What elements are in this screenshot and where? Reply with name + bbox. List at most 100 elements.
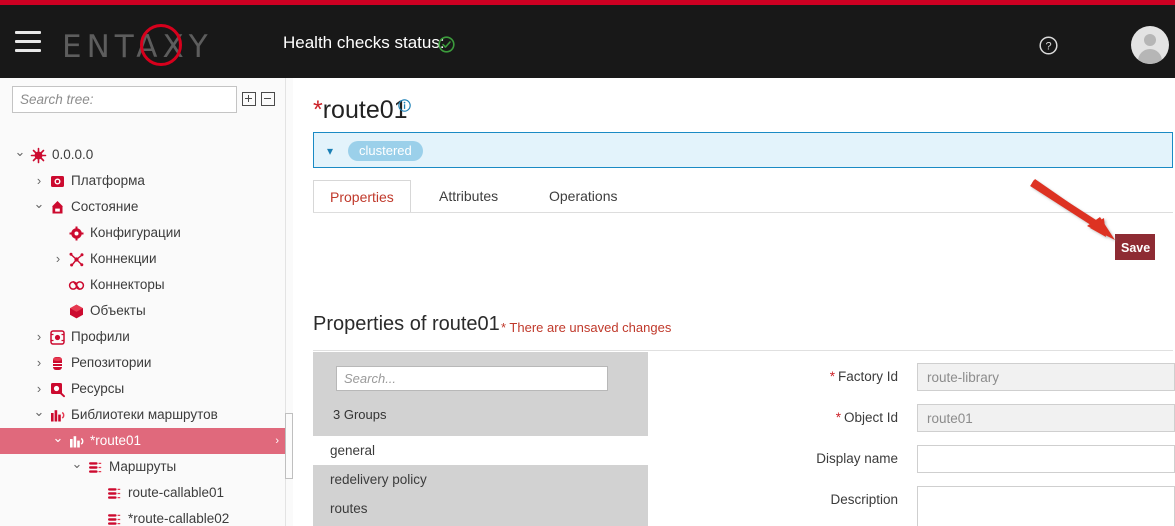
entaxy-logo: ENTAXY [62, 22, 252, 68]
tree-node-label: Профили [71, 324, 130, 350]
route-library-icon [49, 407, 66, 424]
tree-node-label: Маршруты [109, 454, 176, 480]
chevron-down-icon[interactable]: ⌄ [33, 194, 45, 214]
input-description[interactable] [917, 486, 1175, 526]
tree-node-label: *route-callable02 [128, 506, 229, 526]
form-label-factory-id: *Factory Id [694, 363, 898, 391]
chevron-right-icon[interactable]: › [33, 376, 45, 402]
tree-node-label: 0.0.0.0 [52, 142, 93, 168]
app-header: ENTAXY Health checks status: ? [0, 5, 1175, 78]
tree-node-label: Платформа [71, 168, 145, 194]
groups-list: generalredelivery policyroutes [313, 436, 648, 526]
tree-sidebar: ⌄ 0.0.0.0› Платформа⌄ Состояние Конфигур… [0, 78, 293, 526]
page-title-star: * [313, 96, 323, 124]
repositories-icon [49, 355, 66, 372]
tree-node-[interactable]: ⌄ Состояние [0, 194, 293, 220]
chevron-down-icon[interactable]: ⌄ [14, 142, 26, 162]
clustered-chip[interactable]: clustered [348, 141, 423, 161]
chevron-down-icon[interactable]: ⌄ [33, 402, 45, 422]
chevron-down-icon[interactable]: ⌄ [52, 428, 64, 448]
route-library-icon [68, 433, 85, 450]
tab-attributes[interactable]: Attributes [423, 180, 514, 212]
tab-divider [313, 212, 1173, 213]
tree-node-label: *route01 [90, 428, 141, 454]
properties-form: *Factory Id *Object Id Display name Descrip… [694, 352, 1174, 526]
minus-box-icon[interactable] [261, 92, 275, 106]
required-marker: * [836, 410, 841, 425]
unsaved-changes-note: * There are unsaved changes [501, 320, 671, 335]
chevron-right-icon[interactable]: › [33, 168, 45, 194]
tree-node-0-0-0-0[interactable]: ⌄ 0.0.0.0 [0, 142, 293, 168]
tree-node-label: route-callable01 [128, 480, 224, 506]
chevron-right-icon[interactable]: › [33, 350, 45, 376]
form-label-description: Description [694, 486, 898, 514]
input-factory-id [917, 363, 1175, 391]
form-label-object-id: *Object Id [694, 404, 898, 432]
chevron-right-icon[interactable]: › [52, 246, 64, 272]
chevron-right-icon[interactable]: › [275, 428, 279, 454]
group-item-routes[interactable]: routes [313, 494, 648, 523]
routes-icon [106, 511, 123, 526]
tab-properties[interactable]: Properties [313, 180, 411, 213]
tree-node-[interactable]: Коннекторы [0, 272, 293, 298]
chevron-right-icon[interactable]: › [33, 324, 45, 350]
avatar-head [1144, 34, 1156, 46]
tree-node-[interactable]: ⌄ Маршруты [0, 454, 293, 480]
connectors-icon [68, 277, 85, 294]
tree-node-[interactable]: ⌄ Библиотеки маршрутов [0, 402, 293, 428]
state-icon [49, 199, 66, 216]
tree-node-label: Библиотеки маршрутов [71, 402, 218, 428]
chevron-down-icon[interactable]: ⌄ [71, 454, 83, 474]
server-icon [30, 147, 47, 164]
plus-box-icon[interactable] [242, 92, 256, 106]
chevron-down-icon[interactable]: ▾ [327, 144, 333, 158]
form-label-display-name: Display name [694, 445, 898, 473]
objects-icon [68, 303, 85, 320]
tree-search-row [0, 78, 293, 120]
group-search-input[interactable] [336, 366, 608, 391]
group-item-redelivery-policy[interactable]: redelivery policy [313, 465, 648, 494]
tree-node-[interactable]: Конфигурации [0, 220, 293, 246]
tab-operations[interactable]: Operations [533, 180, 633, 212]
sidebar-scrollbar-thumb[interactable] [285, 413, 293, 479]
groups-count-label: 3 Groups [333, 407, 386, 422]
connections-icon [68, 251, 85, 268]
tree-node-[interactable]: › Репозитории [0, 350, 293, 376]
main-content: *route01 ▾ clustered PropertiesAttribute… [294, 78, 1175, 526]
search-tree-input[interactable] [12, 86, 237, 113]
resources-icon [49, 381, 66, 398]
tree-node-route01[interactable]: ⌄ *route01 › [0, 428, 293, 454]
resource-tree: ⌄ 0.0.0.0› Платформа⌄ Состояние Конфигур… [0, 142, 293, 526]
properties-heading: Properties of route01 [313, 313, 500, 336]
svg-text:?: ? [1045, 41, 1051, 53]
info-circle-icon[interactable] [398, 99, 411, 112]
clustered-banner: ▾ clustered [313, 132, 1173, 168]
tab-bar: Properties Attributes Operations [313, 180, 1173, 212]
properties-divider [313, 350, 1173, 351]
hamburger-icon[interactable] [15, 31, 41, 52]
platform-icon [49, 173, 66, 190]
tree-node-[interactable]: › Ресурсы [0, 376, 293, 402]
tree-node-[interactable]: › Профили [0, 324, 293, 350]
input-display-name[interactable] [917, 445, 1175, 473]
tree-node-label: Ресурсы [71, 376, 124, 402]
save-button[interactable]: Save [1115, 234, 1155, 260]
tree-node-[interactable]: Объекты [0, 298, 293, 324]
routes-icon [106, 485, 123, 502]
user-avatar-icon[interactable] [1131, 26, 1169, 64]
tree-node-[interactable]: › Коннекции [0, 246, 293, 272]
tree-node-label: Конфигурации [90, 220, 181, 246]
health-checks-label: Health checks status: [283, 33, 445, 53]
tree-node-label: Состояние [71, 194, 138, 220]
groups-panel: 3 Groups [313, 352, 648, 436]
check-circle-icon [438, 36, 455, 53]
tree-node-route-callable02[interactable]: *route-callable02 [0, 506, 293, 526]
profiles-icon [49, 329, 66, 346]
logo-text: ENTAXY [62, 29, 213, 65]
question-circle-icon[interactable]: ? [1039, 36, 1058, 55]
tree-node-route-callable01[interactable]: route-callable01 [0, 480, 293, 506]
tree-node-[interactable]: › Платформа [0, 168, 293, 194]
group-item-general[interactable]: general [313, 436, 648, 465]
input-object-id [917, 404, 1175, 432]
routes-icon [87, 459, 104, 476]
